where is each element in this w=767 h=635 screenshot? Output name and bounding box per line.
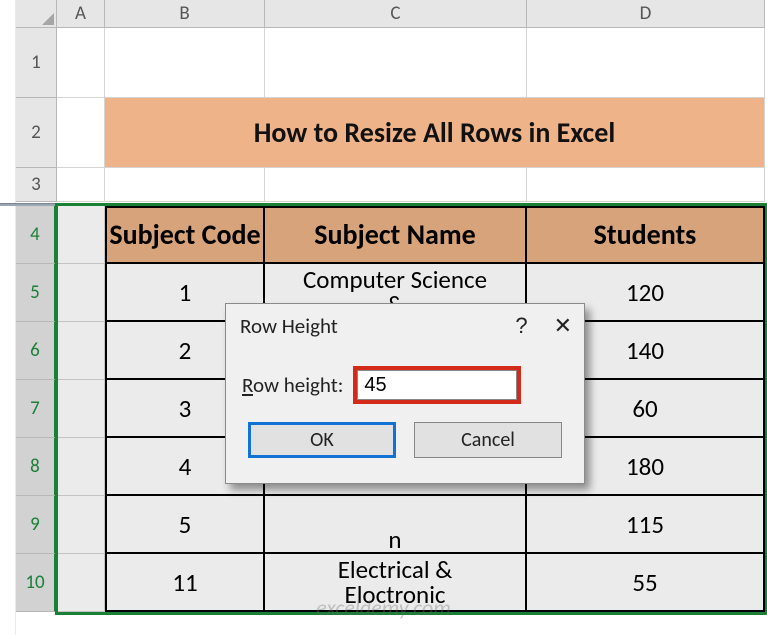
cell-A10[interactable] bbox=[57, 554, 105, 612]
cell-A4[interactable] bbox=[57, 206, 105, 264]
cell-A6[interactable] bbox=[57, 322, 105, 380]
cell-A1[interactable] bbox=[57, 28, 105, 98]
row-header-3[interactable]: 3 bbox=[16, 168, 57, 202]
cell-B1[interactable] bbox=[105, 28, 265, 98]
cell-code-6[interactable]: 11 bbox=[105, 554, 265, 612]
select-all-icon bbox=[42, 13, 54, 25]
row-header-4[interactable]: 4 bbox=[16, 206, 57, 264]
cell-A3[interactable] bbox=[57, 168, 105, 202]
col-header-B[interactable]: B bbox=[105, 0, 265, 28]
cell-C3[interactable] bbox=[265, 168, 527, 202]
row-height-label: Row height: bbox=[242, 372, 343, 398]
row-header-2[interactable]: 2 bbox=[16, 98, 57, 168]
cell-A5[interactable] bbox=[57, 264, 105, 322]
row-headers-lower: 4 5 6 7 8 9 10 bbox=[16, 206, 57, 612]
help-icon[interactable]: ? bbox=[515, 313, 527, 339]
cell-code-5[interactable]: 5 bbox=[105, 496, 265, 554]
header-code[interactable]: Subject Code bbox=[105, 206, 265, 264]
header-code-label: Subject Code bbox=[109, 221, 260, 249]
cell-students-5[interactable]: 115 bbox=[527, 496, 765, 554]
column-headers: A B C D bbox=[57, 0, 765, 28]
col-header-C[interactable]: C bbox=[265, 0, 527, 28]
cell-B3[interactable] bbox=[105, 168, 265, 202]
upper-pane: A B C D 1 2 3 How to Resize All Rows in … bbox=[16, 0, 767, 204]
cells-upper: How to Resize All Rows in Excel bbox=[57, 28, 765, 202]
cell-name-6[interactable]: Electrical & Eloctronic bbox=[265, 554, 527, 612]
row-header-6[interactable]: 6 bbox=[16, 322, 57, 380]
row-headers-upper: 1 2 3 bbox=[16, 28, 57, 202]
close-icon[interactable]: ✕ bbox=[554, 313, 572, 339]
header-students[interactable]: Students bbox=[527, 206, 765, 264]
cell-A9[interactable] bbox=[57, 496, 105, 554]
cell-title[interactable]: How to Resize All Rows in Excel bbox=[105, 98, 765, 168]
cell-C1[interactable] bbox=[265, 28, 527, 98]
col-header-A[interactable]: A bbox=[57, 0, 105, 28]
cell-A8[interactable] bbox=[57, 438, 105, 496]
row-height-input[interactable] bbox=[357, 370, 517, 400]
cell-students-6[interactable]: 55 bbox=[527, 554, 765, 612]
row-header-7[interactable]: 7 bbox=[16, 380, 57, 438]
row-header-1[interactable]: 1 bbox=[16, 28, 57, 98]
row-height-dialog: Row Height ? ✕ Row height: OK Cancel bbox=[225, 303, 585, 484]
page-title: How to Resize All Rows in Excel bbox=[105, 98, 764, 167]
header-name[interactable]: Subject Name bbox=[265, 206, 527, 264]
row-height-input-highlight bbox=[353, 366, 521, 404]
cancel-button[interactable]: Cancel bbox=[414, 422, 562, 458]
cell-D1[interactable] bbox=[527, 28, 765, 98]
cell-A7[interactable] bbox=[57, 380, 105, 438]
col-header-D[interactable]: D bbox=[527, 0, 765, 28]
row-header-9[interactable]: 9 bbox=[16, 496, 57, 554]
cell-A2[interactable] bbox=[57, 98, 105, 168]
select-all-corner[interactable] bbox=[16, 0, 57, 28]
ok-button[interactable]: OK bbox=[248, 422, 396, 458]
row-header-10[interactable]: 10 bbox=[16, 554, 57, 612]
row-header-8[interactable]: 8 bbox=[16, 438, 57, 496]
dialog-title: Row Height bbox=[240, 313, 338, 339]
row-header-5[interactable]: 5 bbox=[16, 264, 57, 322]
cell-name-5[interactable]: n bbox=[265, 496, 527, 554]
cell-D3[interactable] bbox=[527, 168, 765, 202]
